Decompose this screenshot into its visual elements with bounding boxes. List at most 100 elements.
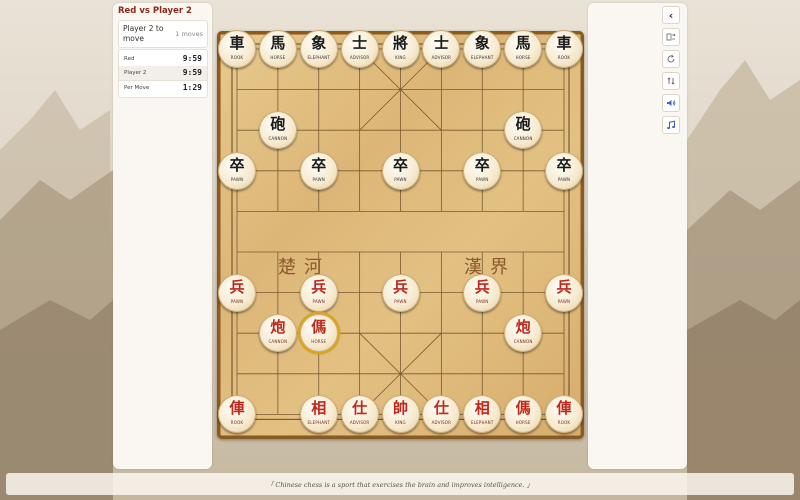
black-horse-piece[interactable]: 馬 HORSE [258,30,297,68]
restart-button[interactable] [662,50,680,68]
black-horse-piece[interactable]: 馬 HORSE [504,30,543,68]
piece-character: 兵 [556,277,572,296]
piece-label: ROOK [557,55,571,60]
piece-label: HORSE [311,339,327,345]
piece-label: CANNON [268,339,288,345]
piece-label: PAWN [476,298,489,304]
timer-value: 9:59 [182,68,202,77]
piece-label: PAWN [394,298,407,304]
timer-per-move: Per Move 1:29 [119,81,207,95]
piece-character: 兵 [392,277,408,296]
red-pawn-piece[interactable]: 兵 PAWN [545,273,583,312]
red-cannon-piece[interactable]: 炮 CANNON [258,314,297,353]
piece-character: 象 [474,34,490,52]
piece-label: HORSE [515,55,531,60]
swap-icon [667,77,675,85]
piece-label: ADVISOR [349,420,370,426]
black-pawn-piece[interactable]: 卒 PAWN [463,151,502,190]
speaker-icon [667,100,676,106]
piece-label: ELEPHANT [307,55,330,60]
timer-label: Player 2 [124,70,147,76]
red-pawn-piece[interactable]: 兵 PAWN [463,273,502,312]
piece-character: 相 [474,399,490,418]
piece-label: PAWN [312,298,325,304]
piece-character: 將 [392,34,408,52]
piece-label: PAWN [476,176,489,182]
red-pawn-piece[interactable]: 兵 PAWN [381,273,420,312]
piece-character: 車 [556,34,572,52]
piece-character: 炮 [270,318,286,337]
timer-red: Red 9:59 [119,52,207,66]
piece-label: CANNON [513,136,533,142]
black-pawn-piece[interactable]: 卒 PAWN [381,151,420,190]
piece-character: 卒 [474,155,490,174]
black-advisor-piece[interactable]: 士 ADVISOR [340,30,379,68]
red-pawn-piece[interactable]: 兵 PAWN [218,273,256,312]
black-king-piece[interactable]: 將 KING [381,30,420,68]
black-rook-piece[interactable]: 車 ROOK [218,30,256,68]
black-rook-piece[interactable]: 車 ROOK [545,30,583,68]
swap-sides-button[interactable] [662,72,680,90]
red-pawn-piece[interactable]: 兵 PAWN [299,273,338,312]
red-king-piece[interactable]: 帥 KING [381,395,420,434]
black-cannon-piece[interactable]: 砲 CANNON [258,111,297,150]
piece-character: 砲 [515,115,531,134]
piece-character: 砲 [270,115,286,134]
game-info-panel: Red vs Player 2 Player 2 to move 1 moves… [113,3,212,469]
piece-label: PAWN [230,298,244,304]
timers: Red 9:59 Player 2 9:59 Per Move 1:29 [118,49,208,98]
piece-character: 士 [433,34,449,52]
xiangqi-board[interactable]: 楚河 漢界 車 ROOK 馬 HORSE 象 ELEPHANT 士 ADVISOR 將 KING 士… [217,30,584,439]
red-horse-piece[interactable]: 傌 HORSE [299,314,338,353]
board-grid [231,43,570,420]
piece-label: ROOK [230,420,244,426]
piece-label: ADVISOR [349,55,370,60]
piece-label: ROOK [557,420,571,426]
piece-character: 卒 [392,155,408,174]
piece-character: 仕 [433,399,449,418]
piece-label: ADVISOR [431,420,452,426]
piece-label: ELEPHANT [471,420,494,426]
piece-label: HORSE [270,55,286,60]
sound-button[interactable] [662,94,680,112]
game-title: Red vs Player 2 [118,6,192,16]
footer-quote: 「 Chinese chess is a sport that exercise… [266,481,534,489]
black-elephant-piece[interactable]: 象 ELEPHANT [299,30,338,68]
piece-character: 馬 [270,34,286,52]
turn-text: Player 2 to move [123,24,164,43]
piece-character: 卒 [229,155,245,174]
piece-character: 車 [229,34,245,52]
piece-label: PAWN [557,298,571,304]
piece-character: 卒 [556,155,572,174]
turn-indicator: Player 2 to move 1 moves [118,20,208,48]
piece-character: 仕 [352,399,368,418]
piece-label: ELEPHANT [471,55,494,60]
timer-value: 9:59 [182,54,202,63]
piece-character: 兵 [229,277,245,296]
piece-character: 象 [311,34,327,52]
piece-character: 卒 [311,155,327,174]
music-button[interactable] [662,116,680,134]
piece-label: PAWN [394,176,407,182]
piece-character: 炮 [515,318,531,337]
collapse-button[interactable]: ‹ [662,6,680,24]
piece-character: 俥 [556,399,572,418]
piece-character: 兵 [474,277,490,296]
piece-label: PAWN [312,176,325,182]
black-elephant-piece[interactable]: 象 ELEPHANT [463,30,502,68]
black-pawn-piece[interactable]: 卒 PAWN [299,151,338,190]
black-pawn-piece[interactable]: 卒 PAWN [545,151,583,190]
move-count: 1 moves [175,30,203,38]
piece-character: 士 [352,34,368,52]
piece-label: PAWN [230,176,244,182]
piece-character: 馬 [515,34,531,52]
red-elephant-piece[interactable]: 相 ELEPHANT [299,395,338,434]
piece-label: KING [395,55,406,60]
piece-label: CANNON [513,339,533,345]
refresh-icon [667,54,675,63]
black-pawn-piece[interactable]: 卒 PAWN [218,151,256,190]
piece-label: KING [395,420,406,426]
red-advisor-piece[interactable]: 仕 ADVISOR [340,395,379,434]
piece-label: CANNON [268,136,288,142]
flip-board-button[interactable] [662,28,680,46]
